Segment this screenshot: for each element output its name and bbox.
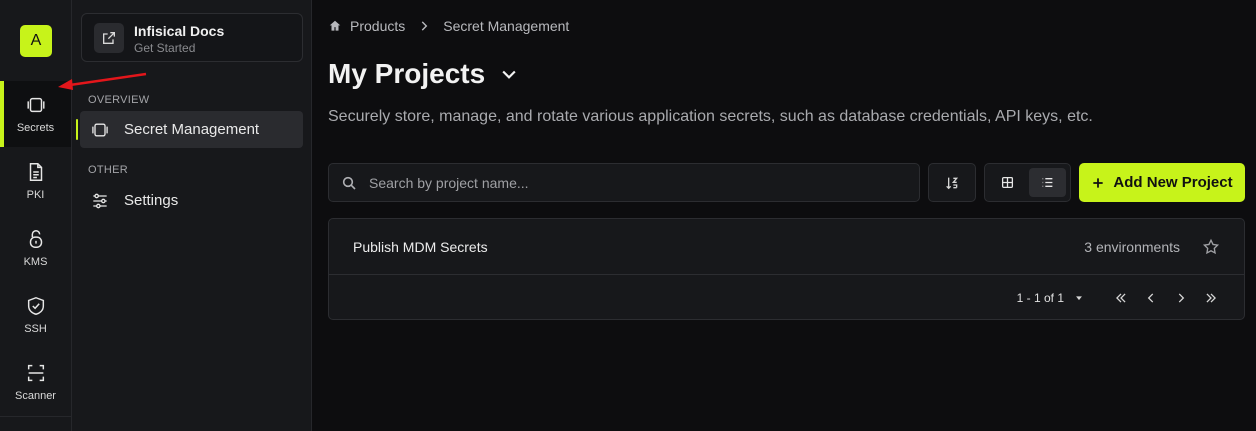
document-icon	[29, 163, 42, 181]
section-label-overview: OVERVIEW	[88, 94, 150, 106]
add-new-project-button[interactable]: Add New Project	[1079, 163, 1245, 202]
sort-button[interactable]	[928, 163, 976, 202]
project-environments: 3 environments	[1084, 239, 1180, 255]
list-view-button[interactable]	[1029, 168, 1066, 197]
pagination-range[interactable]: 1 - 1 of 1	[1017, 291, 1064, 305]
page-title-text: My Projects	[328, 58, 486, 89]
plus-icon	[1093, 177, 1104, 188]
rail-item-label: PKI	[26, 189, 45, 201]
docs-card[interactable]: Infisical Docs Get Started	[81, 13, 303, 62]
sidebar-item-secret-management[interactable]: Secret Management	[76, 111, 303, 148]
grid-view-button[interactable]	[989, 168, 1026, 197]
rail-item-label: Scanner	[15, 390, 56, 402]
pagination: 1 - 1 of 1	[329, 275, 1244, 321]
first-page-button[interactable]	[1106, 286, 1136, 310]
breadcrumb-current: Secret Management	[443, 18, 570, 34]
docs-subtitle: Get Started	[134, 41, 196, 55]
chevron-right-icon	[422, 21, 428, 31]
project-name: Publish MDM Secrets	[353, 239, 488, 255]
main-content: Products Secret Management My Projects S…	[312, 0, 1256, 431]
search-icon	[342, 176, 356, 190]
projects-table: Publish MDM Secrets 3 environments 1 - 1…	[328, 218, 1245, 320]
rail-item-pki[interactable]: PKI	[0, 148, 71, 214]
project-search[interactable]	[328, 163, 920, 202]
add-button-label: Add New Project	[1113, 174, 1233, 191]
rail-item-scanner[interactable]: Scanner	[0, 349, 71, 415]
vault-icon	[26, 97, 45, 113]
caret-down-icon[interactable]	[1074, 293, 1084, 303]
chevron-down-icon	[502, 70, 516, 79]
page-description: Securely store, manage, and rotate vario…	[328, 108, 1093, 125]
docs-title: Infisical Docs	[134, 23, 225, 39]
chevron-right-icon	[1178, 293, 1185, 303]
list-icon	[1042, 178, 1053, 187]
section-label-other: OTHER	[88, 164, 128, 176]
lock-icon	[29, 230, 42, 248]
table-row[interactable]: Publish MDM Secrets 3 environments	[329, 219, 1244, 275]
chevrons-left-icon	[1116, 293, 1126, 303]
rail-item-secrets[interactable]: Secrets	[0, 81, 71, 147]
page-title[interactable]: My Projects	[328, 58, 519, 90]
rail-item-label: Secrets	[16, 122, 55, 134]
last-page-button[interactable]	[1196, 286, 1226, 310]
product-rail: A Secrets PKI KMS SSH Scanner	[0, 0, 72, 431]
sort-icon	[946, 177, 959, 189]
breadcrumb-products[interactable]: Products	[350, 18, 405, 34]
next-page-button[interactable]	[1166, 286, 1196, 310]
chevron-left-icon	[1147, 293, 1154, 303]
rail-item-ssh[interactable]: SSH	[0, 282, 71, 348]
search-input[interactable]	[369, 174, 919, 191]
rail-item-kms[interactable]: KMS	[0, 215, 71, 281]
secondary-sidebar: Infisical Docs Get Started OVERVIEW Secr…	[72, 0, 312, 431]
sidebar-item-label: Secret Management	[124, 121, 260, 138]
org-avatar[interactable]: A	[20, 25, 52, 57]
vault-icon	[92, 123, 108, 136]
prev-page-button[interactable]	[1136, 286, 1166, 310]
sliders-icon	[93, 193, 107, 208]
chevrons-right-icon	[1206, 293, 1216, 303]
view-toggle	[984, 163, 1071, 202]
external-link-icon	[94, 23, 124, 53]
sidebar-item-settings[interactable]: Settings	[80, 182, 303, 219]
breadcrumb: Products Secret Management	[328, 18, 569, 34]
scan-icon	[27, 364, 44, 382]
home-icon[interactable]	[328, 19, 342, 33]
app-root: A Secrets PKI KMS SSH Scanner Infisical …	[0, 0, 1256, 431]
shield-icon	[27, 296, 44, 316]
rail-divider	[0, 416, 71, 417]
sidebar-item-label: Settings	[124, 192, 179, 209]
rail-item-label: SSH	[24, 323, 47, 335]
star-icon[interactable]	[1202, 238, 1220, 256]
grid-icon	[1001, 176, 1014, 189]
rail-item-label: KMS	[23, 256, 48, 268]
